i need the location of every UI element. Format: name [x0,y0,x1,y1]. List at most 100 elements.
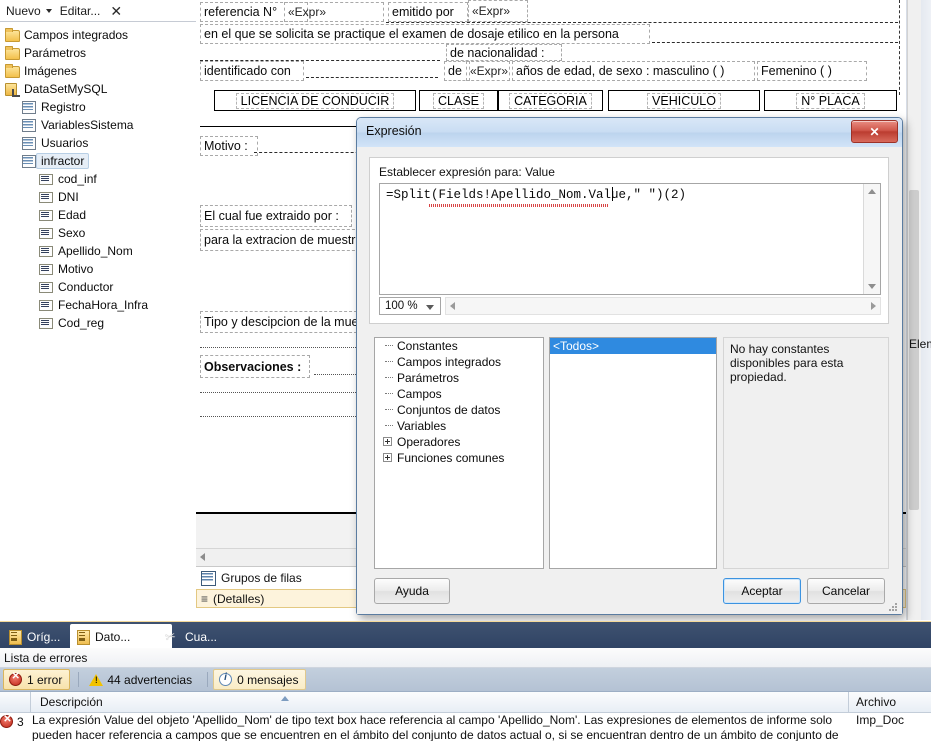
page-edge-guide [899,0,900,95]
report-header-placa[interactable]: N° PLACA [764,90,897,111]
category-item-funciones-comunes[interactable]: Funciones comunes [375,450,543,466]
tree-item-datasetmysql[interactable]: DataSetMySQL [0,80,196,98]
dataset-icon [4,82,20,97]
edit-button[interactable]: Editar... [56,3,105,19]
report-text-solicitud[interactable]: en el que se solicita se practique el ex… [200,24,650,44]
spellcheck-squiggle [429,204,609,207]
report-text-extraccion[interactable]: para la extracion de muestra [200,229,362,251]
error-list-row[interactable]: 3 La expresión Value del objeto 'Apellido… [0,713,931,741]
help-button[interactable]: Ayuda [374,578,450,604]
tree-item-variablessistema[interactable]: VariablesSistema [0,116,196,134]
scroll-down-icon[interactable] [868,284,876,289]
report-dash-rule-2 [568,22,898,23]
tree-item-im-genes[interactable]: Imágenes [0,62,196,80]
expression-vertical-scrollbar[interactable] [863,184,880,294]
report-expr-emitido[interactable]: «Expr» [468,0,528,22]
zoom-select[interactable]: 100 % [379,297,441,315]
element-list[interactable]: <Todos> [549,337,717,569]
report-header-licencia[interactable]: LICENCIA DE CONDUCIR [214,90,416,111]
tree-item-cod-reg[interactable]: Cod_reg [0,314,196,332]
scroll-up-icon[interactable] [868,189,876,194]
dialog-titlebar[interactable]: Expresión ✕ [357,118,902,148]
bottom-tab-dato[interactable]: Dato... [70,624,172,649]
resize-grip-icon[interactable] [888,602,898,612]
tree-item-usuarios[interactable]: Usuarios [0,134,196,152]
report-text-femenino[interactable]: Femenino ( ) [757,61,867,81]
expression-horizontal-scrollbar[interactable] [445,297,881,315]
scroll-left-icon[interactable] [450,302,455,310]
tree-item-registro[interactable]: Registro [0,98,196,116]
text-caret [612,187,613,201]
category-item-campos-integrados[interactable]: Campos integrados [375,354,543,370]
report-text-identificado[interactable]: identificado con [200,61,304,81]
report-text-extraido-por[interactable]: El cual fue extraido por : [200,205,352,227]
tree-item-par-metros[interactable]: Parámetros [0,44,196,62]
tree-connector-icon [381,418,397,434]
expand-plus-icon[interactable] [381,450,397,466]
report-header-clase[interactable]: CLASE [419,90,498,111]
column-header-description[interactable]: Descripción [31,692,849,712]
warning-icon [88,672,104,687]
category-item-label: Funciones comunes [397,451,505,465]
category-item-constantes[interactable]: Constantes [375,338,543,354]
scroll-right-icon[interactable] [871,302,876,310]
column-header-file[interactable]: Archivo [849,692,931,712]
tree-item-label: Usuarios [41,136,89,150]
report-text-edad-sexo[interactable]: años de edad, de sexo : masculino ( ) [512,61,755,81]
element-list-item-todos[interactable]: <Todos> [550,338,716,354]
category-item-conjuntos-de-datos[interactable]: Conjuntos de datos [375,402,543,418]
chevron-down-icon[interactable] [426,305,434,310]
designer-vertical-scrollbar[interactable] [907,0,921,620]
category-item-operadores[interactable]: Operadores [375,434,543,450]
tree-item-fechahora-infra[interactable]: FechaHora_Infra [0,296,196,314]
error-filter-warning[interactable]: 44 advertencias [84,670,199,689]
report-header-categoria[interactable]: CATEGORIA [498,90,603,111]
report-text-emitido-por[interactable]: emitido por [388,2,468,22]
zoom-value: 100 % [385,300,418,312]
expression-input[interactable]: =Split(Fields!Apellido_Nom.Value," ")(2) [386,188,686,202]
report-text-nacionalidad[interactable]: de nacionalidad : [446,44,562,61]
report-expr-edad[interactable]: «Expr» [466,61,510,81]
expression-label: Establecer expresión para: Value [379,165,555,179]
close-icon[interactable]: ✕ [851,120,898,143]
delete-icon[interactable]: ✕ [104,4,128,18]
tree-item-edad[interactable]: Edad [0,206,196,224]
expression-group: Establecer expresión para: Value =Split(… [369,157,889,324]
tree-item-label: Campos integrados [24,28,129,42]
error-filter-info[interactable]: 0 mensajes [213,669,307,690]
bottom-tab-cua[interactable]: Cua... [160,624,248,649]
tree-item-sexo[interactable]: Sexo [0,224,196,242]
folder-icon [4,46,20,60]
chevron-down-icon[interactable] [45,8,52,13]
report-text-tipo-muestra[interactable]: Tipo y descipcion de la muestra [200,311,379,333]
tree-item-campos-integrados[interactable]: Campos integrados [0,26,196,44]
ok-button[interactable]: Aceptar [723,578,801,604]
scroll-left-icon[interactable] [200,553,205,561]
report-text-motivo[interactable]: Motivo : [200,136,258,156]
category-item-variables[interactable]: Variables [375,418,543,434]
tree-item-apellido-nom[interactable]: Apellido_Nom [0,242,196,260]
new-button[interactable]: Nuevo [2,3,56,19]
category-list[interactable]: Constantes Campos integrados Parámetros Cam… [374,337,544,569]
info-icon [218,672,234,687]
category-item-campos[interactable]: Campos [375,386,543,402]
report-expr-referencia[interactable]: «Expr» [284,2,384,22]
category-item-par-metros[interactable]: Parámetros [375,370,543,386]
tree-item-dni[interactable]: DNI [0,188,196,206]
table-icon [21,136,37,150]
error-filter-error[interactable]: 1 error [3,669,71,690]
row-group-icon [200,571,216,586]
report-text-observaciones[interactable]: Observaciones : [200,355,310,378]
tree-item-label: Edad [58,208,87,222]
cancel-button[interactable]: Cancelar [807,578,885,604]
tree-item-conductor[interactable]: Conductor [0,278,196,296]
source-icon [7,629,23,645]
expression-editor[interactable]: =Split(Fields!Apellido_Nom.Value," ")(2) [379,183,881,295]
tree-item-cod-inf[interactable]: cod_inf [0,170,196,188]
expand-plus-icon[interactable] [381,434,397,450]
bottom-tab-strip: Oríg... Dato... Cua... [0,621,931,649]
tree-item-infractor[interactable]: infractor [0,152,196,170]
tree-item-motivo[interactable]: Motivo [0,260,196,278]
report-header-vehiculo[interactable]: VEHICULO [608,90,760,111]
tree-item-label: VariablesSistema [41,118,134,132]
